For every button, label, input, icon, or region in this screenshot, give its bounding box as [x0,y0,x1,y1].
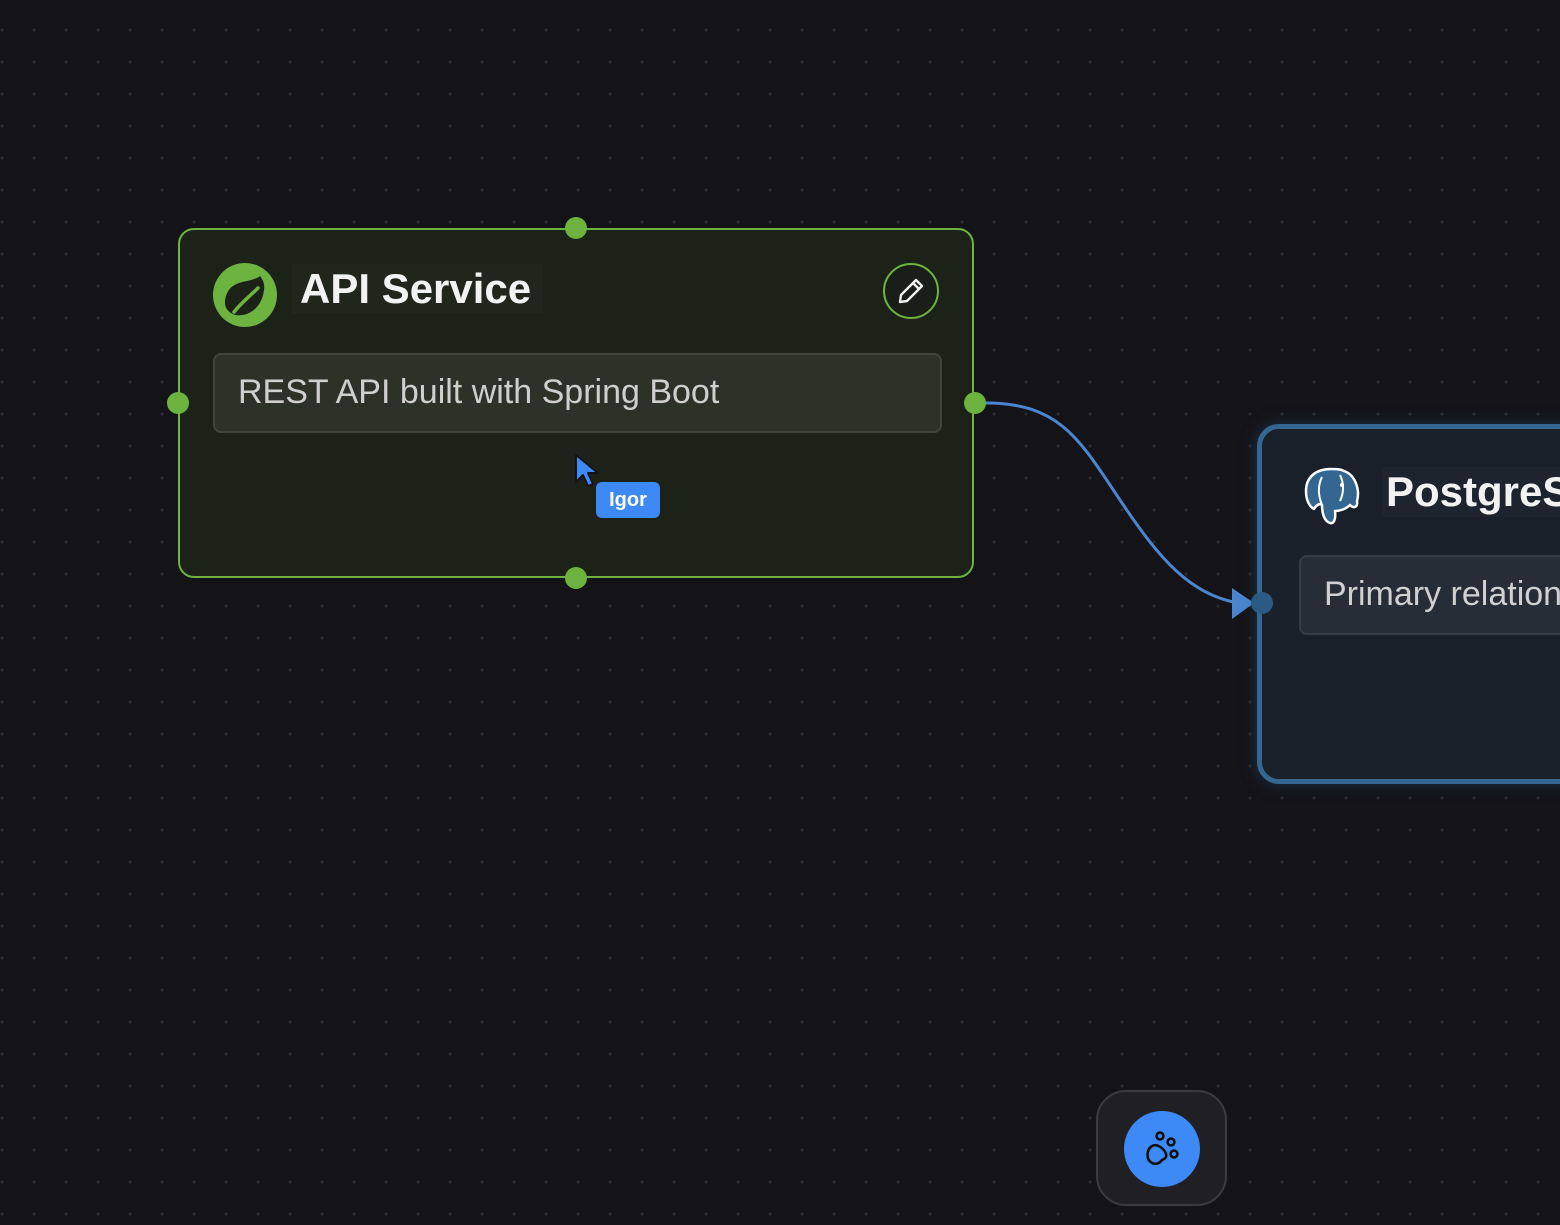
node-description-field[interactable]: Primary relational database [1299,555,1560,635]
pencil-icon [898,278,924,304]
handle-right[interactable] [964,392,986,414]
node-postgresql[interactable]: PostgreSQL Primary relational database [1257,424,1560,784]
paw-icon [1146,1131,1179,1166]
edge-api-to-postgres[interactable] [985,401,1239,605]
postgres-elephant-icon [1304,467,1360,525]
spring-leaf-icon [213,263,277,327]
handle-left[interactable] [167,392,189,414]
handle-left[interactable] [1251,592,1273,614]
edit-button[interactable] [883,263,939,319]
handle-top[interactable] [565,217,587,239]
node-title: API Service [300,265,532,312]
node-title: PostgreSQL [1386,468,1560,515]
handle-bottom[interactable] [565,567,587,589]
collaborator-name-tag: Igor [596,482,660,518]
bottom-toolbar [1096,1090,1227,1206]
node-api-service[interactable]: API Service REST API built with Spring B… [178,228,974,578]
paw-action-button[interactable] [1124,1111,1200,1187]
node-description-field[interactable]: REST API built with Spring Boot [213,353,942,433]
flow-canvas[interactable]: API Service REST API built with Spring B… [0,0,1560,1225]
